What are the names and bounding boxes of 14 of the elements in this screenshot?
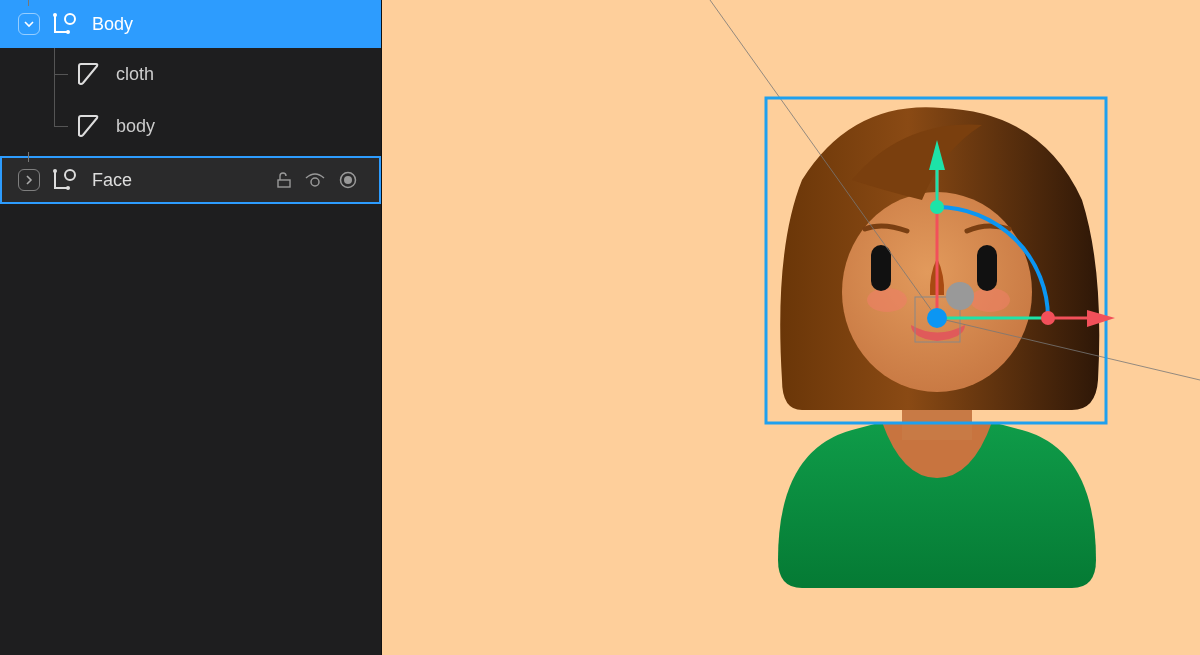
expand-toggle[interactable] <box>18 169 40 191</box>
mesh-icon <box>76 62 100 86</box>
layer-row[interactable]: cloth <box>0 48 381 100</box>
expand-toggle[interactable] <box>18 13 40 35</box>
group-icon <box>52 12 78 36</box>
group-icon <box>52 168 78 192</box>
lock-open-icon[interactable] <box>277 172 291 188</box>
visibility-icon[interactable] <box>305 172 325 188</box>
transform-gizmo[interactable] <box>914 140 1115 343</box>
solo-icon[interactable] <box>339 171 357 189</box>
layer-row[interactable]: body <box>0 100 381 152</box>
chevron-icon <box>23 18 35 30</box>
chevron-icon <box>23 174 35 186</box>
mesh-icon <box>76 114 100 138</box>
